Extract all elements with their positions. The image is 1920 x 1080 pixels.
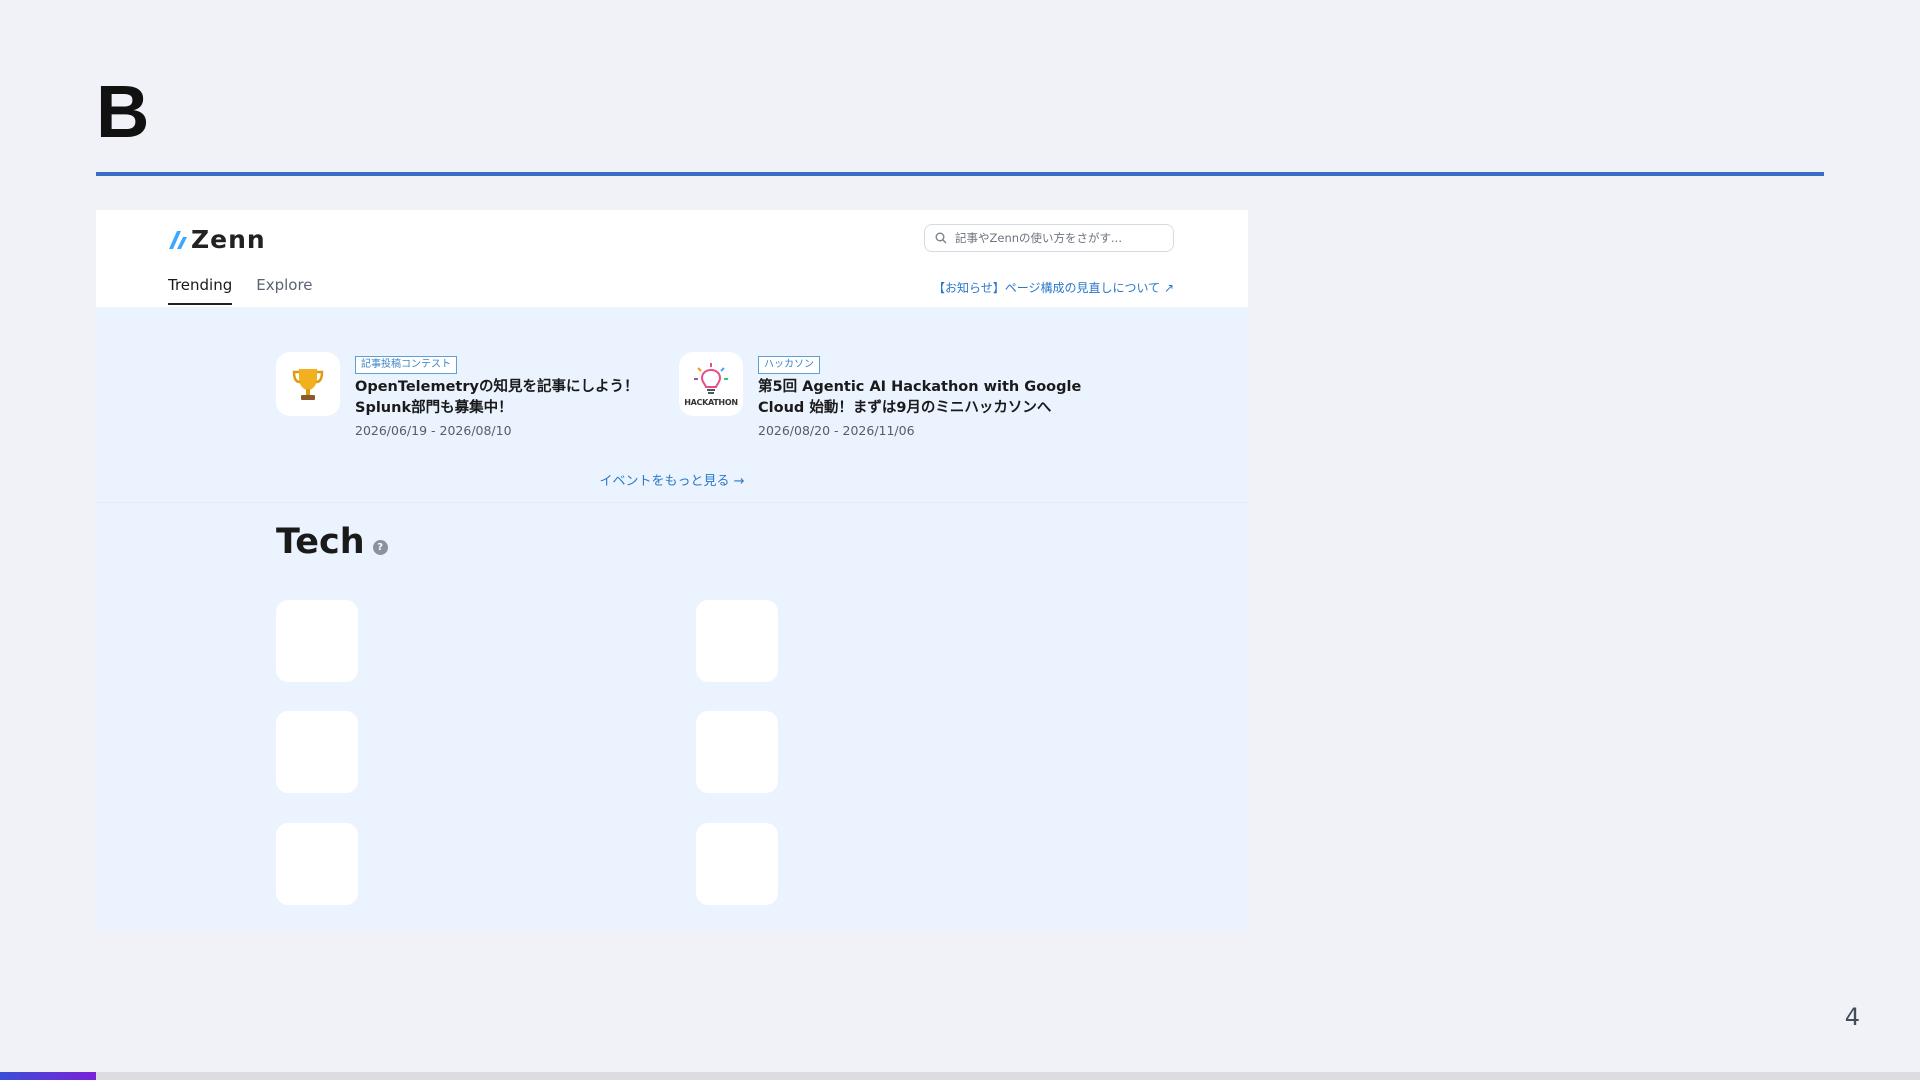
event-tag: ハッカソン bbox=[758, 356, 820, 374]
page-number: 4 bbox=[1844, 1003, 1860, 1031]
event-card-hackathon[interactable]: HACKATHON ハッカソン 第5回 Agentic AI Hackathon… bbox=[679, 352, 1081, 438]
trophy-icon bbox=[276, 352, 340, 416]
event-tag: 記事投稿コンテスト bbox=[355, 356, 457, 374]
event-title-line: OpenTelemetryの知見を記事にしよう！ bbox=[355, 379, 639, 395]
event-title[interactable]: OpenTelemetryの知見を記事にしよう！ Splunk部門も募集中！ bbox=[355, 377, 638, 419]
nav-tabs: Trending Explore bbox=[168, 276, 313, 305]
logo-text: Zenn bbox=[191, 225, 266, 254]
search-icon bbox=[935, 232, 947, 244]
event-date: 2026/06/19 - 2026/08/10 bbox=[355, 423, 512, 438]
event-title-line: Splunk部門も募集中！ bbox=[355, 400, 513, 416]
zenn-screenshot: Zenn 記事やZennの使い方をさがす... Trending Explore… bbox=[96, 210, 1248, 930]
zenn-logo-icon bbox=[169, 230, 187, 249]
tech-heading: Tech ? bbox=[276, 522, 388, 562]
zenn-logo[interactable]: Zenn bbox=[168, 225, 266, 254]
article-thumbnail-placeholder bbox=[276, 823, 358, 905]
hackathon-caption: HACKATHON bbox=[684, 397, 738, 407]
title-divider bbox=[96, 172, 1824, 176]
progress-bar-track bbox=[0, 1072, 1920, 1080]
notice-link[interactable]: 【お知らせ】ページ構成の見直しについて ↗ bbox=[933, 279, 1174, 296]
more-events-link[interactable]: イベントをもっと見る → bbox=[96, 470, 1248, 489]
event-date: 2026/08/20 - 2026/11/06 bbox=[758, 423, 915, 438]
event-title-line: Cloud 始動！まずは9月のミニハッカソンへ bbox=[758, 400, 1052, 416]
search-placeholder: 記事やZennの使い方をさがす... bbox=[955, 231, 1122, 245]
article-thumbnail-placeholder bbox=[696, 823, 778, 905]
event-title-line: 第5回 Agentic AI Hackathon with Google bbox=[758, 379, 1082, 395]
zenn-header: Zenn 記事やZennの使い方をさがす... Trending Explore… bbox=[96, 210, 1248, 307]
article-thumbnail-placeholder bbox=[276, 711, 358, 793]
article-thumbnail-placeholder bbox=[696, 711, 778, 793]
tech-title: Tech bbox=[276, 522, 365, 562]
help-icon[interactable]: ? bbox=[372, 539, 388, 555]
lightbulb-icon: HACKATHON bbox=[679, 352, 743, 416]
progress-bar-fill bbox=[0, 1072, 96, 1080]
event-title[interactable]: 第5回 Agentic AI Hackathon with Google Clo… bbox=[758, 377, 1081, 419]
search-input[interactable]: 記事やZennの使い方をさがす... bbox=[924, 224, 1174, 252]
tab-trending[interactable]: Trending bbox=[168, 276, 233, 305]
section-divider bbox=[96, 502, 1248, 503]
slide-title: B bbox=[96, 70, 150, 153]
article-thumbnail-placeholder bbox=[276, 600, 358, 682]
event-card-contest[interactable]: 記事投稿コンテスト OpenTelemetryの知見を記事にしよう！ Splun… bbox=[276, 352, 638, 438]
article-thumbnail-placeholder bbox=[696, 600, 778, 682]
tab-explore[interactable]: Explore bbox=[256, 276, 312, 305]
